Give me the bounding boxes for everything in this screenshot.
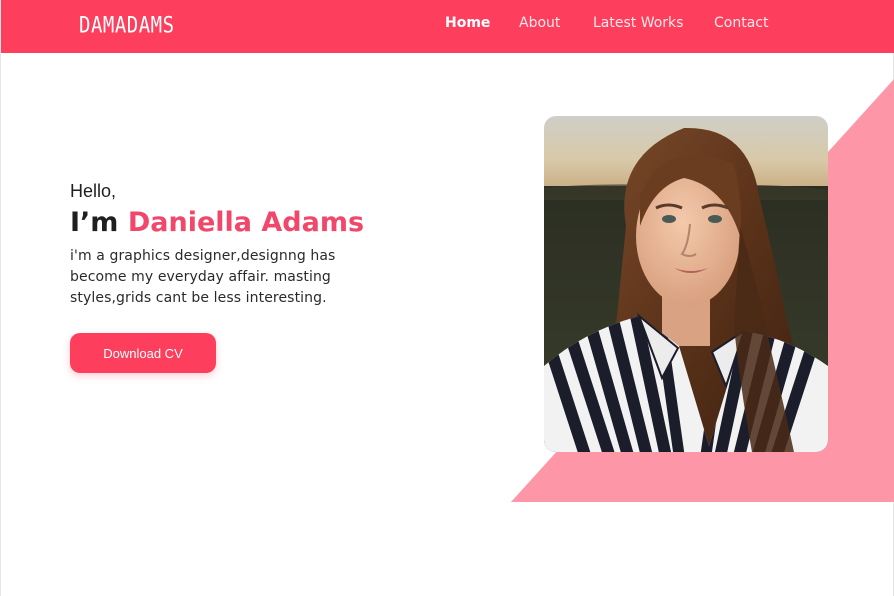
nav-link-about[interactable]: About: [519, 15, 560, 31]
profile-portrait-image: [544, 116, 828, 452]
top-navbar: DAMADAMS Home About Latest Works Contact: [1, 0, 894, 53]
nav-link-contact[interactable]: Contact: [714, 15, 768, 31]
download-cv-button[interactable]: Download CV: [70, 333, 216, 373]
nav-link-latest-works[interactable]: Latest Works: [593, 15, 683, 31]
nav-link-home[interactable]: Home: [445, 15, 490, 31]
hero-greeting: Hello,: [70, 181, 117, 201]
hero-name: Daniella Adams: [127, 207, 365, 238]
main-nav: Home About Latest Works Contact: [1, 15, 894, 35]
hero-heading: I’m Daniella Adams: [70, 206, 390, 240]
hero-heading-prefix: I’m: [70, 207, 128, 238]
hero-bio: i'm a graphics designer,designng has bec…: [70, 248, 336, 306]
hero-intro: Hello, I’m Daniella Adams i'm a graphics…: [70, 180, 390, 309]
